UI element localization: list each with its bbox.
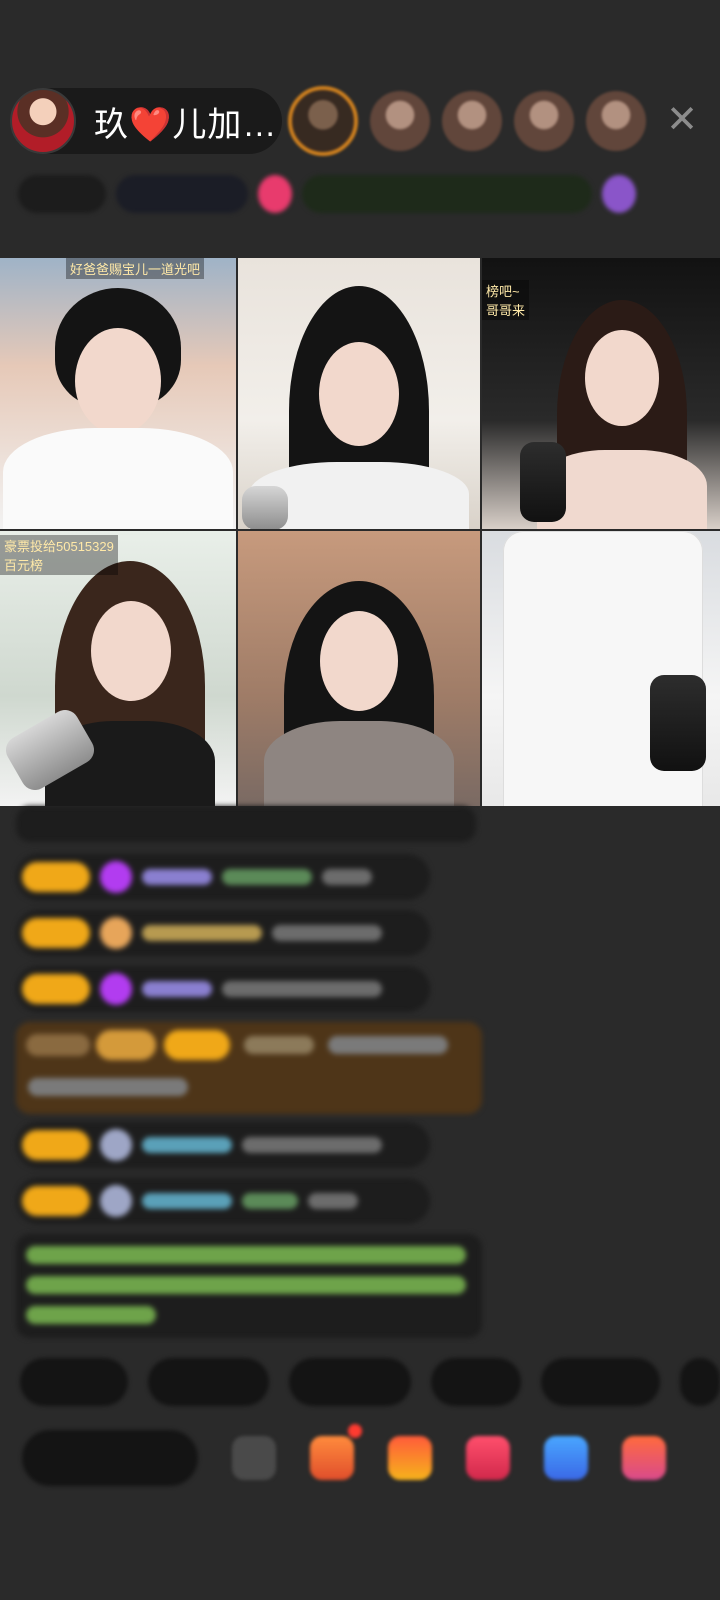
badge-icon (100, 917, 132, 949)
quick-chip[interactable] (147, 1358, 270, 1406)
tile-caption: 豪票投给50515329 百元榜 (0, 535, 118, 575)
viewer-avatar[interactable] (370, 91, 430, 151)
activity-banner[interactable] (302, 175, 592, 213)
comment-input[interactable] (22, 1430, 198, 1486)
gift-icon[interactable] (622, 1436, 666, 1480)
quick-chip[interactable] (289, 1358, 411, 1406)
microphone (520, 442, 566, 522)
viewer-avatar[interactable] (442, 91, 502, 151)
tile-caption: 好爸爸赐宝儿一道光吧 (66, 258, 205, 279)
chat-message[interactable] (16, 854, 430, 900)
host-name: 玖❤️儿加… (94, 105, 278, 144)
share-icon[interactable] (544, 1436, 588, 1480)
level-badge (22, 862, 90, 892)
highlight-message[interactable] (16, 1022, 482, 1114)
level-badge (22, 1130, 90, 1160)
video-tile[interactable]: 好爸爸赐宝儿一道光吧 (0, 258, 236, 529)
quick-chip[interactable] (540, 1358, 661, 1406)
fans-badge[interactable] (116, 175, 248, 213)
co-host-video-grid: 好爸爸赐宝儿一道光吧 榜吧~ 哥哥来 豪票投给50515329 百元榜 (0, 258, 720, 806)
chat-message[interactable] (16, 1122, 430, 1168)
viewer-avatar[interactable] (514, 91, 574, 151)
heart-icon[interactable] (466, 1436, 510, 1480)
gift-box-icon[interactable] (388, 1436, 432, 1480)
gem-icon (100, 861, 132, 893)
quick-chip[interactable] (430, 1358, 521, 1406)
viewer-avatar[interactable] (288, 86, 358, 156)
more-icon[interactable] (602, 175, 636, 213)
gift-icon[interactable] (258, 175, 292, 213)
quick-actions-row (20, 1358, 720, 1408)
quick-chip[interactable] (20, 1358, 128, 1406)
quick-chip[interactable] (680, 1358, 720, 1406)
system-message (16, 1234, 482, 1338)
chat-message[interactable] (16, 910, 430, 956)
close-icon[interactable]: ✕ (660, 98, 704, 142)
level-badge (22, 918, 90, 948)
host-avatar[interactable] (10, 88, 76, 154)
video-tile[interactable]: 榜吧~ 哥哥来 (482, 258, 720, 529)
room-badges-row (18, 170, 708, 218)
viewer-avatar[interactable] (586, 91, 646, 151)
shop-icon[interactable] (310, 1424, 362, 1480)
top-viewers-list (288, 84, 646, 158)
rank-badge[interactable] (18, 175, 106, 213)
level-badge (22, 974, 90, 1004)
avatar (100, 1129, 132, 1161)
chat-message[interactable] (16, 966, 430, 1012)
host-info-pill[interactable]: 玖❤️儿加… (10, 88, 282, 154)
emoji-icon[interactable] (232, 1436, 276, 1480)
tile-caption: 榜吧~ 哥哥来 (482, 280, 530, 320)
notification-dot (348, 1424, 362, 1438)
gem-icon (100, 973, 132, 1005)
live-header: 玖❤️儿加… ✕ (10, 84, 710, 156)
microphone (650, 675, 706, 771)
level-badge (22, 1186, 90, 1216)
avatar (100, 1185, 132, 1217)
bottom-toolbar (22, 1424, 720, 1488)
video-tile[interactable] (238, 258, 480, 529)
microphone (242, 486, 288, 529)
chat-message[interactable] (16, 1178, 430, 1224)
video-tile[interactable] (238, 531, 480, 806)
video-tile[interactable] (482, 531, 720, 806)
video-tile[interactable]: 豪票投给50515329 百元榜 (0, 531, 236, 806)
chat-message (16, 806, 476, 842)
